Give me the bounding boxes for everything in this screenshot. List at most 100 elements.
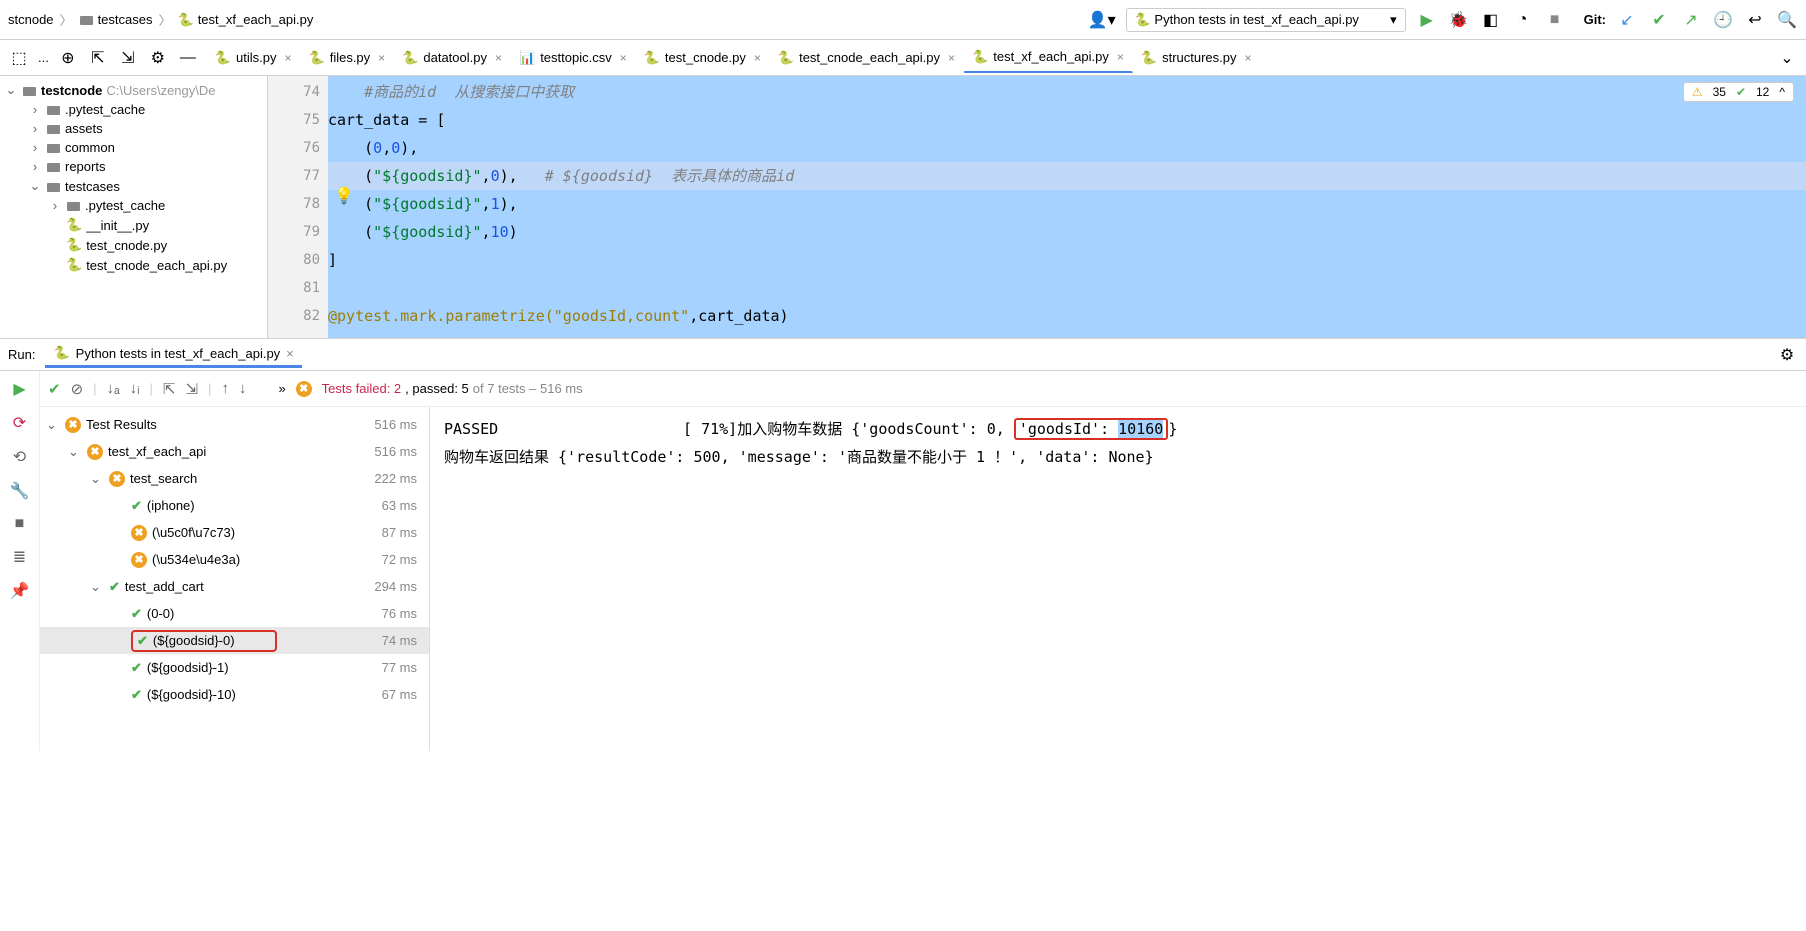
code-line[interactable]: cart_data = [ xyxy=(328,106,1806,134)
test-tree-item[interactable]: ⌄✖Test Results516 ms xyxy=(40,411,429,438)
settings-button[interactable]: ⚙ xyxy=(147,47,169,69)
show-passed-button[interactable]: ✔ xyxy=(48,380,61,398)
pin-button[interactable]: 📌 xyxy=(10,581,30,601)
tree-item[interactable]: ›.pytest_cache xyxy=(0,100,267,119)
code-line[interactable]: ("${goodsid}",10) xyxy=(328,218,1806,246)
stop-button[interactable]: ■ xyxy=(15,515,25,533)
close-icon[interactable]: × xyxy=(1117,50,1124,64)
profile-button[interactable]: ◔ xyxy=(1512,9,1534,31)
project-tree[interactable]: ⌄ testcnode C:\Users\zengy\De ›.pytest_c… xyxy=(0,76,268,338)
expand-all-button[interactable]: ⇱ xyxy=(163,380,176,398)
chevron-down-icon[interactable]: ⌄ xyxy=(46,417,60,433)
rerun-failed-button[interactable]: ⟳ xyxy=(13,413,26,433)
editor-tab[interactable]: 🐍datatool.py× xyxy=(394,44,511,72)
tree-item[interactable]: 🐍test_cnode.py xyxy=(0,235,267,255)
git-history-button[interactable]: 🕘 xyxy=(1712,9,1734,31)
sort-button[interactable]: ↓ₐ xyxy=(107,380,120,397)
close-icon[interactable]: × xyxy=(620,51,627,65)
chevron-down-icon[interactable]: ⌄ xyxy=(4,82,18,98)
editor-code[interactable]: #商品的id 从搜索接口中获取cart_data = [ (0,0), ("${… xyxy=(328,76,1806,338)
close-icon[interactable]: × xyxy=(378,51,385,65)
test-tree-item[interactable]: ✖(\u534e\u4e3a)72 ms xyxy=(40,546,429,573)
code-line[interactable] xyxy=(328,274,1806,302)
rerun-button[interactable]: ▶ xyxy=(13,379,25,399)
breadcrumb-item[interactable]: stcnode xyxy=(8,12,54,27)
editor-tab[interactable]: 🐍files.py× xyxy=(301,44,395,72)
test-tree-item[interactable]: ✔(0-0)76 ms xyxy=(40,600,429,627)
close-icon[interactable]: × xyxy=(285,51,292,65)
git-commit-button[interactable]: ✔ xyxy=(1648,9,1670,31)
close-icon[interactable]: × xyxy=(495,51,502,65)
test-tree-item[interactable]: ⌄✖test_search222 ms xyxy=(40,465,429,492)
add-button[interactable]: ⊕ xyxy=(57,47,79,69)
tree-item[interactable]: ›assets xyxy=(0,119,267,138)
git-rollback-button[interactable]: ↩ xyxy=(1744,9,1766,31)
code-line[interactable]: (0,0), xyxy=(328,134,1806,162)
tree-item[interactable]: ›.pytest_cache xyxy=(0,196,267,215)
editor-tab[interactable]: 📊testtopic.csv× xyxy=(511,44,636,72)
test-tree-item[interactable]: ⌄✖test_xf_each_api516 ms xyxy=(40,438,429,465)
chevron-down-icon[interactable]: ⌄ xyxy=(90,471,104,487)
expand-icon[interactable]: › xyxy=(28,159,42,174)
expand-icon[interactable]: › xyxy=(28,140,42,155)
code-line[interactable]: @pytest.mark.parametrize("goodsId,count"… xyxy=(328,302,1806,330)
tree-root[interactable]: ⌄ testcnode C:\Users\zengy\De xyxy=(0,80,267,100)
test-tree-item[interactable]: ✖(\u5c0f\u7c73)87 ms xyxy=(40,519,429,546)
run-settings-button[interactable]: ⚙ xyxy=(1776,344,1798,366)
git-push-button[interactable]: ↗ xyxy=(1680,9,1702,31)
tree-item[interactable]: ⌄testcases xyxy=(0,176,267,196)
test-console[interactable]: PASSED [ 71%]加入购物车数据 {'goodsCount': 0, '… xyxy=(430,407,1806,751)
tree-item[interactable]: 🐍test_cnode_each_api.py xyxy=(0,255,267,275)
close-icon[interactable]: × xyxy=(1245,51,1252,65)
git-update-button[interactable]: ↙ xyxy=(1616,9,1638,31)
expand-icon[interactable]: › xyxy=(28,121,42,136)
next-failed-button[interactable]: ↓ xyxy=(239,380,247,397)
code-line[interactable]: ] xyxy=(328,246,1806,274)
test-tree[interactable]: ⌄✖Test Results516 ms⌄✖test_xf_each_api51… xyxy=(40,407,430,751)
code-line[interactable]: ("${goodsid}",1), xyxy=(328,190,1806,218)
editor-tab[interactable]: 🐍structures.py× xyxy=(1133,44,1261,72)
code-editor[interactable]: 747576777879808182 #商品的id 从搜索接口中获取cart_d… xyxy=(268,76,1806,338)
search-everywhere-button[interactable]: 🔍 xyxy=(1776,9,1798,31)
debug-button[interactable]: 🐞 xyxy=(1448,9,1470,31)
collapse-all-button[interactable]: ⇲ xyxy=(117,47,139,69)
show-ignored-button[interactable]: ⊘ xyxy=(71,380,84,398)
toggle-auto-test-button[interactable]: ⟲ xyxy=(13,447,26,467)
close-icon[interactable]: × xyxy=(948,51,955,65)
layout-button[interactable]: ≣ xyxy=(13,547,26,567)
collapse-all-button[interactable]: ⇲ xyxy=(185,380,198,398)
test-tree-item[interactable]: ✔(${goodsid}-1)77 ms xyxy=(40,654,429,681)
intention-bulb-icon[interactable]: 💡 xyxy=(334,186,354,206)
select-opened-file-button[interactable]: ⬚ xyxy=(8,47,30,69)
breadcrumb-item[interactable]: 🐍test_xf_each_api.py xyxy=(178,12,314,28)
toolbar-more[interactable]: ... xyxy=(38,50,49,65)
breadcrumb-item[interactable]: testcases xyxy=(79,12,153,27)
tabs-dropdown-button[interactable]: ⌄ xyxy=(1776,47,1798,69)
close-icon[interactable]: × xyxy=(754,51,761,65)
chevron-down-icon[interactable]: ⌄ xyxy=(90,579,104,595)
expand-icon[interactable]: › xyxy=(48,198,62,213)
hide-button[interactable]: — xyxy=(177,47,199,69)
expand-all-button[interactable]: ⇱ xyxy=(87,47,109,69)
editor-tab[interactable]: 🐍test_xf_each_api.py× xyxy=(964,43,1133,73)
expand-icon[interactable]: › xyxy=(28,102,42,117)
editor-tab[interactable]: 🐍utils.py× xyxy=(207,44,301,72)
coverage-button[interactable]: ◧ xyxy=(1480,9,1502,31)
inspections-widget[interactable]: ⚠ 35 ✔ 12 ^ xyxy=(1683,82,1794,102)
test-tree-item[interactable]: ✔(${goodsid}-10)67 ms xyxy=(40,681,429,708)
code-line[interactable]: ("${goodsid}",0), # ${goodsid} 表示具体的商品id xyxy=(328,162,1806,190)
tree-item[interactable]: ›reports xyxy=(0,157,267,176)
run-tab[interactable]: 🐍 Python tests in test_xf_each_api.py × xyxy=(45,341,301,368)
code-line[interactable]: #商品的id 从搜索接口中获取 xyxy=(328,78,1806,106)
chevron-down-icon[interactable]: ⌄ xyxy=(68,444,82,460)
run-button[interactable]: ▶ xyxy=(1416,9,1438,31)
tree-item[interactable]: 🐍__init__.py xyxy=(0,215,267,235)
editor-tab[interactable]: 🐍test_cnode_each_api.py× xyxy=(770,44,964,72)
stop-button[interactable]: ■ xyxy=(1544,9,1566,31)
run-configuration-dropdown[interactable]: 🐍 Python tests in test_xf_each_api.py ▾ xyxy=(1126,8,1406,32)
tree-item[interactable]: ›common xyxy=(0,138,267,157)
close-icon[interactable]: × xyxy=(286,346,294,361)
test-tree-item[interactable]: ✔(${goodsid}-0)74 ms xyxy=(40,627,429,654)
user-icon[interactable]: 👤▾ xyxy=(1088,10,1116,30)
sort-button-2[interactable]: ↓ᵢ xyxy=(130,380,140,397)
